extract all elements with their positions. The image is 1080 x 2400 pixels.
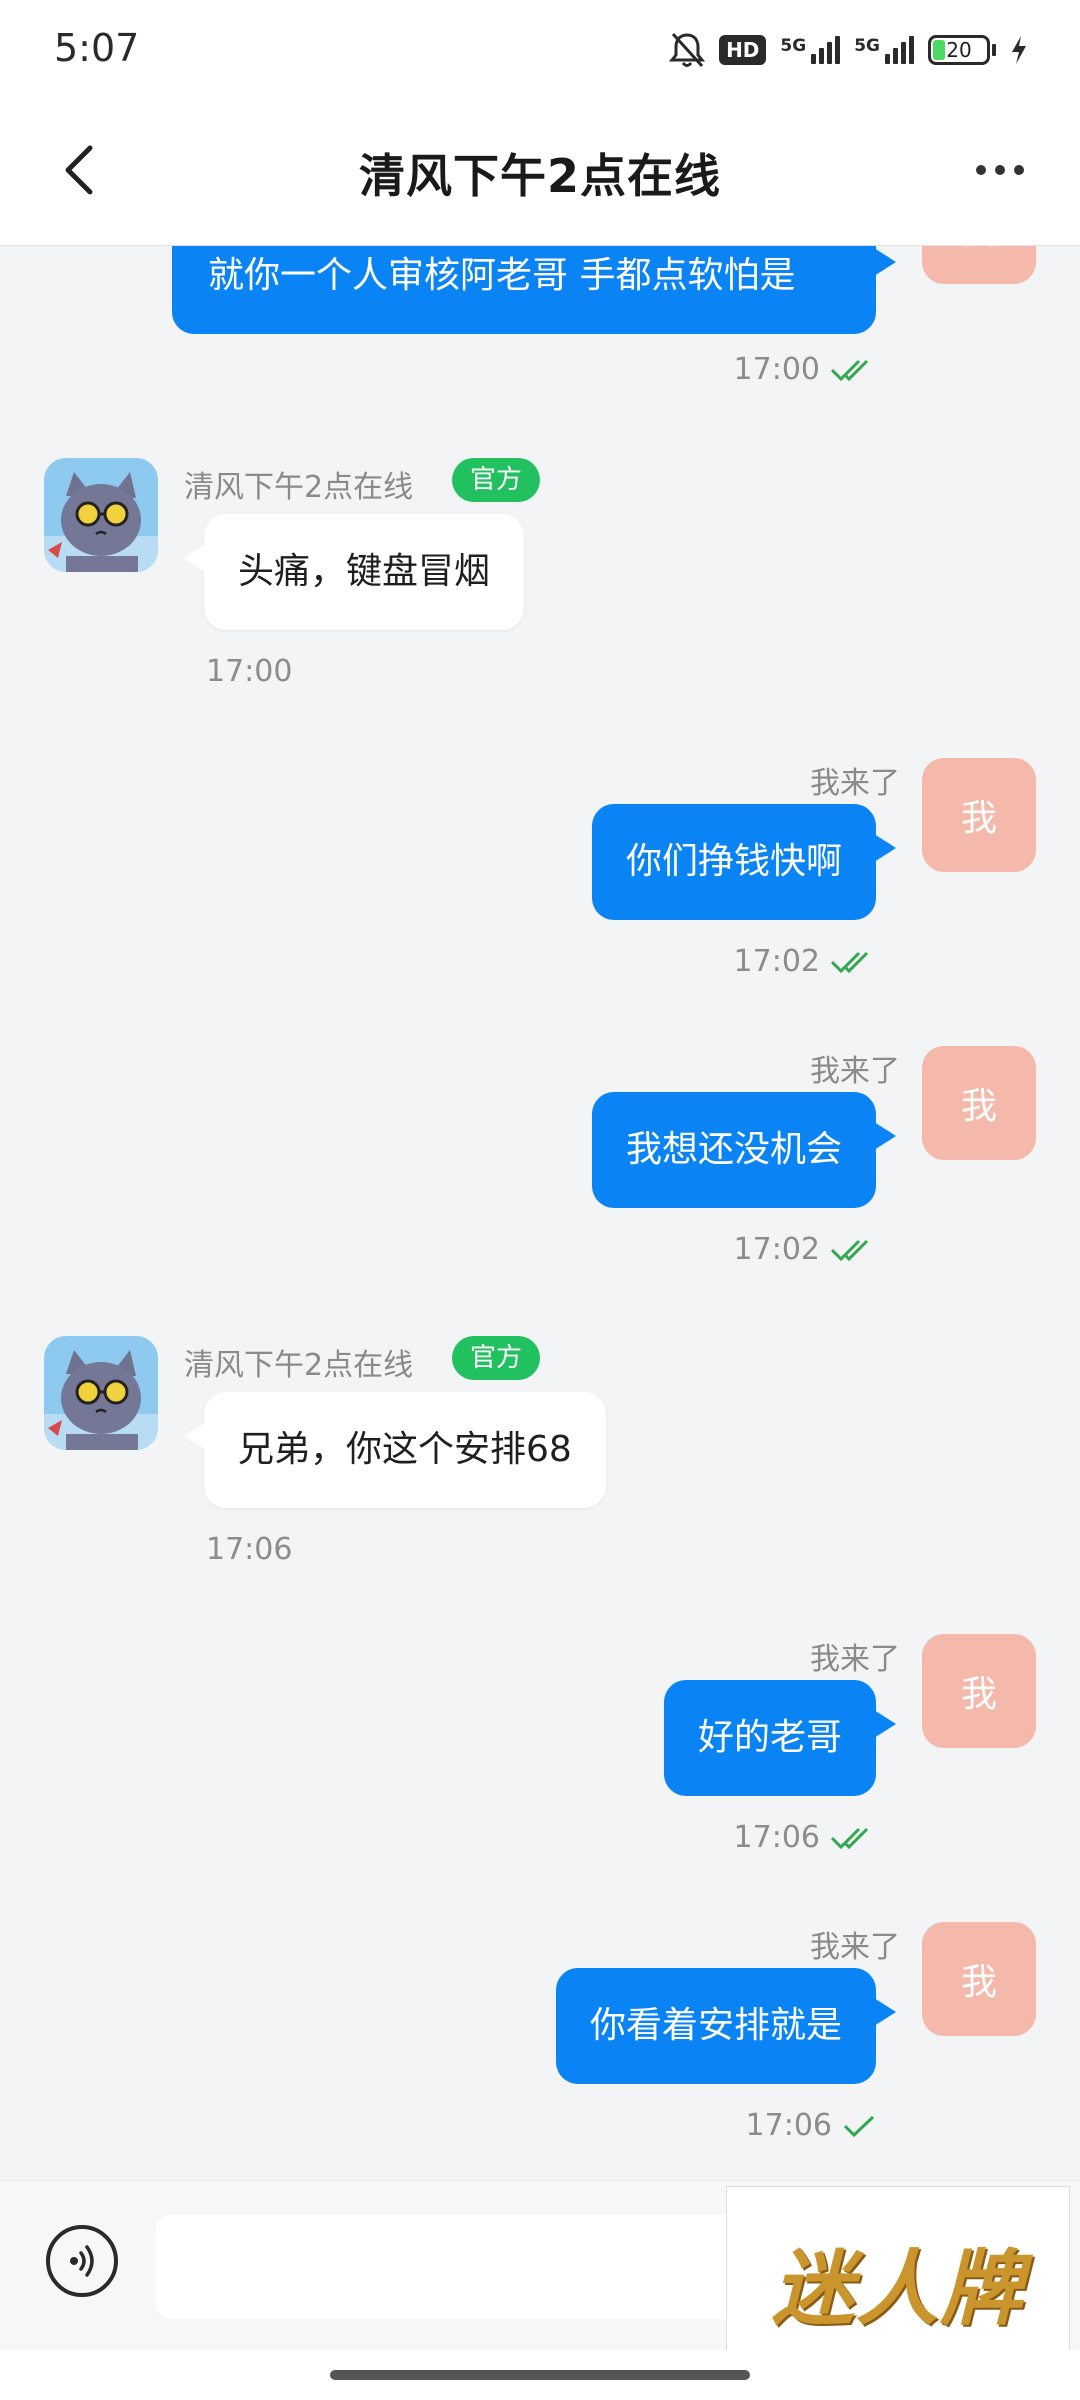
cat-avatar[interactable] [44,1336,158,1450]
signal-5g-icon: 5G [854,36,914,64]
my-avatar[interactable]: 我 [922,1634,1036,1748]
message-time: 17:02 [734,944,876,979]
message-time: 17:06 [206,1532,293,1567]
message-bubble-mine[interactable]: 我想还没机会 [591,1092,897,1208]
message-input[interactable] [156,2215,756,2319]
sender-nickname: 我来了 [810,1642,900,1677]
sender-nickname: 清风下午2点在线 [184,470,414,505]
charging-bolt-icon [1010,35,1028,65]
double-check-icon [830,949,876,975]
message-time: 17:00 [206,654,293,689]
voice-input-icon [70,2245,94,2277]
signal-5g-icon: 5G [780,36,841,64]
time-text: 17:00 [733,352,820,387]
more-button[interactable] [964,150,1036,190]
time-text: 17:02 [733,944,820,979]
official-badge: 官方 [452,1336,541,1380]
sender-nickname: 清风下午2点在线 [184,1348,414,1383]
my-avatar[interactable]: 我 [922,758,1036,872]
message-bubble-mine[interactable]: 你看着安排就是 [555,1968,897,2084]
message-bubble-mine[interactable]: 好的老哥 [663,1680,897,1796]
sender-nickname: 我来了 [810,766,900,801]
sender-nickname: 我来了 [810,1054,900,1089]
message-time: 17:02 [734,1232,876,1267]
message-bubble-other[interactable]: 头痛，键盘冒烟 [183,514,525,630]
time-text: 17:06 [733,1820,820,1855]
home-indicator[interactable] [330,2370,750,2380]
sender-nickname: 我来了 [810,1930,900,1965]
more-dots-icon [976,165,986,175]
my-avatar[interactable]: 我 [922,1046,1036,1160]
double-check-icon [830,1237,876,1263]
chat-header: 清风下午2点在线 [0,100,1080,246]
message-time: 17:00 [734,352,876,387]
status-bar: 5:07 HD 5G 5G 20 [0,0,1080,100]
page-title: 清风下午2点在线 [358,149,721,203]
message-bubble-mine[interactable]: 你们挣钱快啊 [591,804,897,920]
mute-bell-icon [669,31,706,69]
chat-area[interactable]: 我 就你一个人审核阿老哥 手都点软怕是 17:00 清风下 [0,0,1080,2180]
time-text: 17:06 [745,2108,832,2143]
status-icons: HD 5G 5G 20 [669,30,1028,70]
status-time: 5:07 [54,26,140,70]
message-bubble-other[interactable]: 兄弟，你这个安排68 [184,1392,606,1508]
hd-icon: HD [719,35,767,65]
voice-input-button[interactable] [46,2225,118,2297]
official-badge: 官方 [452,458,541,502]
cat-avatar[interactable] [44,458,158,572]
double-check-icon [830,1825,876,1851]
message-time: 17:06 [734,1820,876,1855]
message-time: 17:06 [746,2108,876,2143]
battery-level: 20 [946,38,972,62]
watermark-text: 迷人牌 [772,2240,1024,2337]
battery-icon: 20 [928,35,996,65]
time-text: 17:02 [733,1232,820,1267]
my-avatar[interactable]: 我 [922,1922,1036,2036]
double-check-icon [830,357,876,383]
single-check-icon [842,2113,876,2139]
watermark: 迷人牌 [726,2186,1070,2376]
